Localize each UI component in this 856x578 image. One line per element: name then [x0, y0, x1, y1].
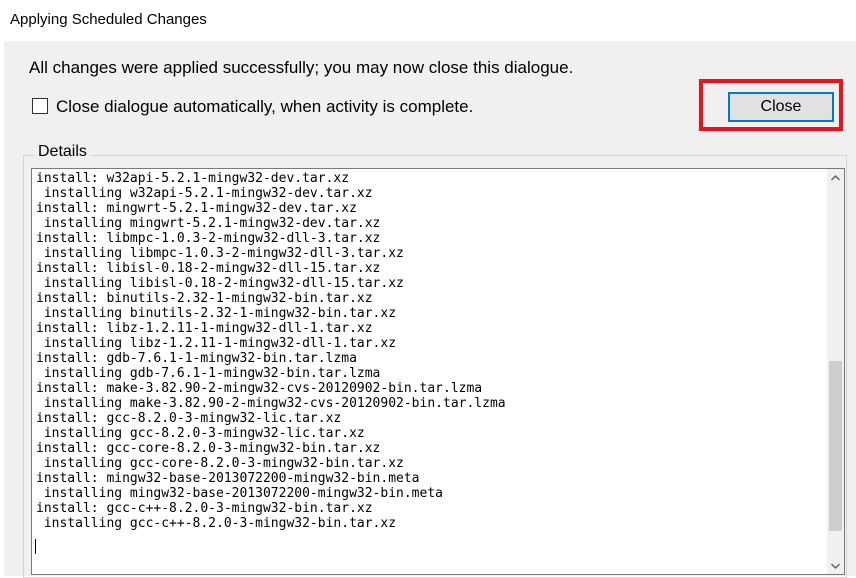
log-line: install: w32api-5.2.1-mingw32-dev.tar.xz: [36, 171, 350, 186]
vertical-scrollbar[interactable]: [827, 169, 844, 574]
dialog-window: Applying Scheduled Changes All changes w…: [0, 0, 856, 578]
chevron-down-icon[interactable]: [827, 557, 844, 574]
log-line: installing mingwrt-5.2.1-mingw32-dev.tar…: [36, 216, 381, 231]
title-bar[interactable]: Applying Scheduled Changes: [0, 0, 856, 41]
log-line: install: libz-1.2.11-1-mingw32-dll-1.tar…: [36, 321, 373, 336]
scrollbar-thumb[interactable]: [829, 361, 842, 531]
log-line: installing libz-1.2.11-1-mingw32-dll-1.t…: [36, 336, 397, 351]
log-line: install: mingw32-base-2013072200-mingw32…: [36, 471, 420, 486]
log-line: install: make-3.82.90-2-mingw32-cvs-2012…: [36, 381, 483, 396]
log-line: installing gcc-core-8.2.0-3-mingw32-bin.…: [36, 456, 404, 471]
window-edge: [0, 40, 4, 576]
log-line: installing libmpc-1.0.3-2-mingw32-dll-3.…: [36, 246, 404, 261]
details-log[interactable]: install: w32api-5.2.1-mingw32-dev.tar.xz…: [31, 168, 845, 575]
log-line: installing gcc-8.2.0-3-mingw32-lic.tar.x…: [36, 426, 365, 441]
log-line: installing binutils-2.32-1-mingw32-bin.t…: [36, 306, 397, 321]
text-caret: [35, 539, 36, 554]
log-line: installing make-3.82.90-2-mingw32-cvs-20…: [36, 396, 506, 411]
log-line: install: gcc-8.2.0-3-mingw32-lic.tar.xz: [36, 411, 342, 426]
details-label: Details: [34, 143, 91, 161]
log-line: install: gcc-core-8.2.0-3-mingw32-bin.ta…: [36, 441, 381, 456]
log-line: installing gcc-c++-8.2.0-3-mingw32-bin.t…: [36, 516, 397, 531]
status-message: All changes were applied successfully; y…: [29, 58, 574, 77]
log-line: install: binutils-2.32-1-mingw32-bin.tar…: [36, 291, 373, 306]
log-line: install: libmpc-1.0.3-2-mingw32-dll-3.ta…: [36, 231, 381, 246]
auto-close-checkbox[interactable]: [32, 98, 48, 114]
auto-close-label[interactable]: Close dialogue automatically, when activ…: [56, 97, 473, 117]
log-line: installing mingw32-base-2013072200-mingw…: [36, 486, 443, 501]
log-line: install: gdb-7.6.1-1-mingw32-bin.tar.lzm…: [36, 351, 357, 366]
close-button[interactable]: Close: [728, 92, 834, 122]
log-line: installing libisl-0.18-2-mingw32-dll-15.…: [36, 276, 404, 291]
log-text: install: w32api-5.2.1-mingw32-dev.tar.xz…: [36, 171, 816, 531]
log-line: install: mingwrt-5.2.1-mingw32-dev.tar.x…: [36, 201, 357, 216]
chevron-up-icon[interactable]: [827, 169, 844, 186]
log-line: install: libisl-0.18-2-mingw32-dll-15.ta…: [36, 261, 381, 276]
log-line: installing gdb-7.6.1-1-mingw32-bin.tar.l…: [36, 366, 381, 381]
window-title: Applying Scheduled Changes: [10, 11, 207, 28]
log-line: install: gcc-c++-8.2.0-3-mingw32-bin.tar…: [36, 501, 373, 516]
button-focus-ring: [731, 95, 831, 119]
log-line: installing w32api-5.2.1-mingw32-dev.tar.…: [36, 186, 373, 201]
